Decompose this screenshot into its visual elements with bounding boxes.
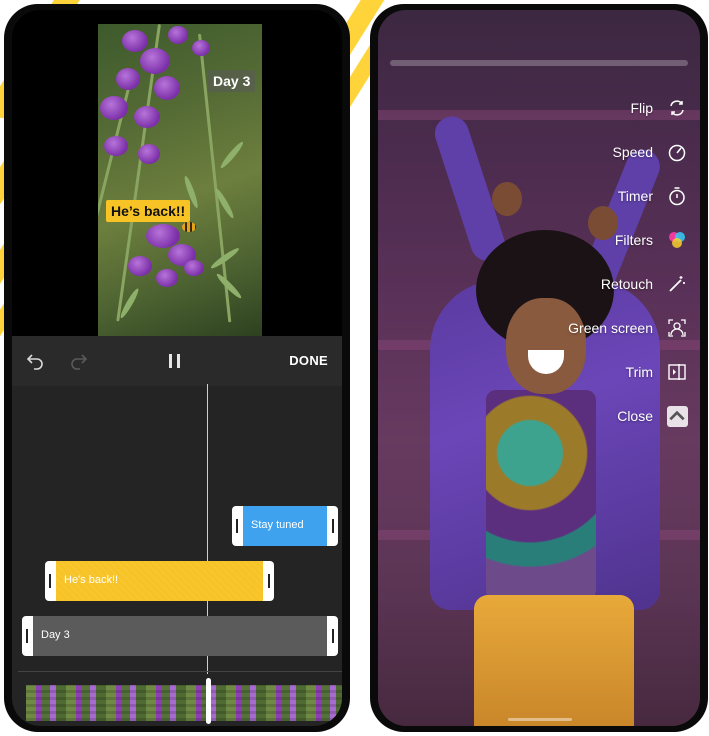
chevron-up-icon <box>666 405 688 427</box>
bee-image <box>182 222 196 232</box>
tool-filters[interactable]: Filters <box>615 228 688 252</box>
tool-label: Retouch <box>600 276 653 292</box>
timeline-clip-hes-back[interactable]: He's back!! <box>45 561 274 601</box>
redo-icon[interactable] <box>68 350 90 372</box>
clip-trim-handle-right[interactable] <box>332 519 334 533</box>
undo-icon[interactable] <box>24 350 46 372</box>
video-filmstrip[interactable] <box>26 685 342 721</box>
tool-label: Trim <box>625 364 653 380</box>
tool-flip[interactable]: Flip <box>630 96 688 120</box>
clip-label: Day 3 <box>41 629 70 641</box>
tool-label: Flip <box>630 100 653 116</box>
editor-toolbar: DONE <box>12 336 342 386</box>
clip-label: Stay tuned <box>251 519 304 531</box>
green-screen-icon <box>666 317 688 339</box>
video-editor-screen: Day 3 He’s back!! DONE Stay tuned He's b… <box>12 10 342 726</box>
tool-label: Close <box>617 408 653 424</box>
tool-trim[interactable]: Trim <box>626 360 688 384</box>
scrub-handle[interactable] <box>206 678 211 724</box>
timeline-editor-panel: DONE Stay tuned He's back!! Day 3 <box>12 336 342 726</box>
progress-bar <box>390 60 688 66</box>
clip-label: He's back!! <box>64 574 119 586</box>
camera-tools-screen: Flip Speed Timer Filters Retouch Green s… <box>378 10 700 726</box>
trim-icon <box>666 361 688 383</box>
tool-label: Filters <box>614 232 653 248</box>
tool-label: Speed <box>612 144 653 160</box>
right-phone: Flip Speed Timer Filters Retouch Green s… <box>370 4 708 732</box>
day3-text-sticker[interactable]: Day 3 <box>208 70 256 92</box>
clip-trim-handle-right[interactable] <box>332 629 334 643</box>
home-indicator <box>508 718 572 721</box>
done-button[interactable]: DONE <box>289 353 328 368</box>
tool-close[interactable]: Close <box>617 404 688 428</box>
timeline-divider <box>18 671 342 672</box>
tool-label: Timer <box>617 188 653 204</box>
timeline-clip-day3[interactable]: Day 3 <box>22 616 338 656</box>
clip-trim-handle-left[interactable] <box>49 574 51 588</box>
retouch-icon <box>666 273 688 295</box>
flip-icon <box>666 97 688 119</box>
tool-timer[interactable]: Timer <box>618 184 688 208</box>
video-preview[interactable]: Day 3 He’s back!! <box>98 24 262 336</box>
timer-icon <box>666 185 688 207</box>
tool-green-screen[interactable]: Green screen <box>568 316 688 340</box>
filters-icon <box>666 229 688 251</box>
tool-retouch[interactable]: Retouch <box>601 272 688 296</box>
clip-trim-handle-right[interactable] <box>268 574 270 588</box>
clip-trim-handle-left[interactable] <box>236 519 238 533</box>
clip-trim-handle-left[interactable] <box>26 629 28 643</box>
tool-speed[interactable]: Speed <box>613 140 688 164</box>
left-phone: Day 3 He’s back!! DONE Stay tuned He's b… <box>4 4 350 732</box>
speed-icon <box>666 141 688 163</box>
pause-icon[interactable] <box>167 352 185 370</box>
hes-back-text-sticker[interactable]: He’s back!! <box>106 200 191 222</box>
tool-label: Green screen <box>568 320 653 336</box>
timeline-clip-stay-tuned[interactable]: Stay tuned <box>232 506 338 546</box>
